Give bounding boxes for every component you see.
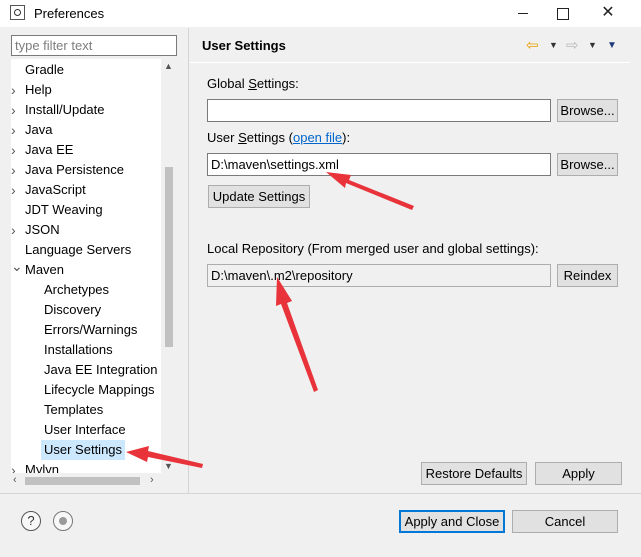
restore-defaults-button[interactable]: Restore Defaults bbox=[421, 462, 527, 485]
tree-item-label: Java Persistence bbox=[25, 162, 124, 177]
horizontal-scroll-thumb[interactable] bbox=[25, 477, 140, 485]
tree-item-label: Discovery bbox=[44, 302, 102, 317]
scroll-up-icon[interactable]: ▲ bbox=[164, 61, 173, 71]
user-browse-button[interactable]: Browse... bbox=[557, 153, 618, 176]
tree-item[interactable]: Discovery bbox=[44, 300, 101, 320]
chevron-right-icon[interactable]: › bbox=[11, 460, 16, 473]
minimize-icon bbox=[518, 12, 528, 14]
eclipse-app-icon bbox=[10, 5, 25, 20]
tree-item[interactable]: Templates bbox=[44, 400, 103, 420]
back-history-dropdown-icon[interactable]: ▼ bbox=[549, 40, 558, 50]
forward-history-dropdown-icon[interactable]: ▼ bbox=[588, 40, 597, 50]
tree-item[interactable]: › JavaScript bbox=[11, 180, 86, 200]
tree-item-label: JSON bbox=[25, 222, 60, 237]
local-repository-field[interactable] bbox=[207, 264, 551, 287]
reindex-button[interactable]: Reindex bbox=[557, 264, 618, 287]
tree-item-label: Java bbox=[25, 122, 53, 137]
apply-and-close-button[interactable]: Apply and Close bbox=[399, 510, 505, 533]
vertical-scroll-thumb[interactable] bbox=[165, 167, 173, 347]
tree-item-label: Mylyn bbox=[25, 462, 59, 473]
window-title: Preferences bbox=[34, 6, 105, 21]
view-menu-icon[interactable]: ▼ bbox=[607, 40, 617, 51]
tree-item-label: Lifecycle Mappings bbox=[44, 382, 155, 397]
tree-item[interactable]: Language Servers bbox=[25, 240, 131, 260]
chevron-right-icon[interactable]: › bbox=[11, 140, 16, 160]
tree-item-label: JavaScript bbox=[25, 182, 86, 197]
tree-item[interactable]: Installations bbox=[44, 340, 113, 360]
tree-item[interactable]: Errors/Warnings bbox=[44, 320, 137, 340]
tree-item-label: User Interface bbox=[44, 422, 126, 437]
tree-item-label: Installations bbox=[44, 342, 113, 357]
tree-item-label: Maven bbox=[25, 262, 65, 277]
help-icon[interactable]: ? bbox=[21, 511, 41, 531]
global-browse-button[interactable]: Browse... bbox=[557, 99, 618, 122]
record-macro-icon[interactable] bbox=[53, 511, 73, 531]
chevron-right-icon[interactable]: › bbox=[11, 160, 16, 180]
tree-item-label: Errors/Warnings bbox=[44, 322, 138, 337]
tree-horizontal-scrollbar[interactable]: ‹ › bbox=[11, 473, 161, 489]
tree-item-label: Language Servers bbox=[25, 242, 132, 257]
tree-item-label: Install/Update bbox=[25, 102, 105, 117]
tree-item-label: User Settings bbox=[44, 442, 123, 457]
scroll-right-icon[interactable]: › bbox=[150, 474, 154, 486]
tree-item-label: Templates bbox=[44, 402, 104, 417]
tree-item[interactable]: Gradle bbox=[25, 60, 64, 80]
tree-item[interactable]: › Java Persistence bbox=[11, 160, 124, 180]
global-settings-field[interactable] bbox=[207, 99, 551, 122]
global-settings-label: Global Settings: bbox=[207, 76, 299, 91]
close-icon: ✕ bbox=[601, 4, 615, 21]
tree-item[interactable]: Java EE Integration bbox=[44, 360, 157, 380]
maximize-button[interactable] bbox=[540, 0, 586, 27]
tree-item-label: JDT Weaving bbox=[25, 202, 103, 217]
forward-arrow-icon[interactable]: ⇨ bbox=[566, 36, 579, 54]
arrow-to-local-repository-field bbox=[276, 277, 318, 392]
tree-item[interactable]: › Java EE bbox=[11, 140, 74, 160]
close-button[interactable]: ✕ bbox=[585, 0, 631, 27]
footer-separator bbox=[0, 493, 641, 494]
chevron-right-icon[interactable]: › bbox=[11, 180, 16, 200]
back-arrow-icon[interactable]: ⇦ bbox=[526, 36, 539, 54]
arrow-to-user-settings-field bbox=[326, 172, 414, 210]
preferences-navigation: Gradle›Help›Install/Update›Java›Java EE›… bbox=[0, 28, 188, 493]
tree-item[interactable]: › Java bbox=[11, 120, 53, 140]
preferences-tree: Gradle › Help › Install/Update › Java › Java EE ›… bbox=[11, 59, 161, 473]
cancel-button[interactable]: Cancel bbox=[512, 510, 618, 533]
tree-item[interactable]: › Help bbox=[11, 80, 52, 100]
user-settings-field[interactable] bbox=[207, 153, 551, 176]
tree-item[interactable]: JDT Weaving bbox=[25, 200, 103, 220]
apply-button[interactable]: Apply bbox=[535, 462, 622, 485]
tree-item-label: Archetypes bbox=[44, 282, 110, 297]
tree-item[interactable]: › Install/Update bbox=[11, 100, 105, 120]
maximize-icon bbox=[557, 8, 569, 20]
open-file-link[interactable]: open file bbox=[293, 130, 342, 145]
local-repository-label: Local Repository (From merged user and g… bbox=[207, 241, 539, 256]
tree-item-label: Help bbox=[25, 82, 52, 97]
tree-item[interactable]: User Settings bbox=[41, 440, 126, 460]
chevron-down-icon[interactable]: ⌄ bbox=[11, 256, 23, 276]
chevron-right-icon[interactable]: › bbox=[11, 120, 16, 140]
tree-item-label: Java EE bbox=[25, 142, 74, 157]
filter-input[interactable] bbox=[11, 35, 177, 56]
title-bar: Preferences ✕ bbox=[0, 0, 641, 27]
chevron-right-icon[interactable]: › bbox=[11, 100, 16, 120]
tree-item[interactable]: › JSON bbox=[11, 220, 60, 240]
user-settings-label: User Settings (open file): bbox=[207, 130, 351, 145]
update-settings-button[interactable]: Update Settings bbox=[208, 185, 310, 208]
tree-item[interactable]: ⌄ Maven bbox=[11, 258, 65, 280]
header-separator bbox=[190, 62, 630, 63]
tree-item[interactable]: › Mylyn bbox=[11, 460, 59, 473]
chevron-right-icon[interactable]: › bbox=[11, 80, 16, 100]
tree-item[interactable]: User Interface bbox=[44, 420, 126, 440]
tree-vertical-scrollbar[interactable]: ▲ ▼ bbox=[161, 59, 177, 473]
chevron-right-icon[interactable]: › bbox=[11, 220, 16, 240]
tree-item-label: Java EE Integration bbox=[44, 362, 158, 377]
tree-item[interactable]: Lifecycle Mappings bbox=[44, 380, 155, 400]
tree-item-label: Gradle bbox=[25, 62, 65, 77]
page-title: User Settings bbox=[202, 38, 286, 53]
tree-item[interactable]: Archetypes bbox=[44, 280, 109, 300]
scroll-down-icon[interactable]: ▼ bbox=[164, 461, 173, 471]
pane-divider[interactable] bbox=[188, 28, 189, 493]
scroll-left-icon[interactable]: ‹ bbox=[13, 474, 17, 486]
